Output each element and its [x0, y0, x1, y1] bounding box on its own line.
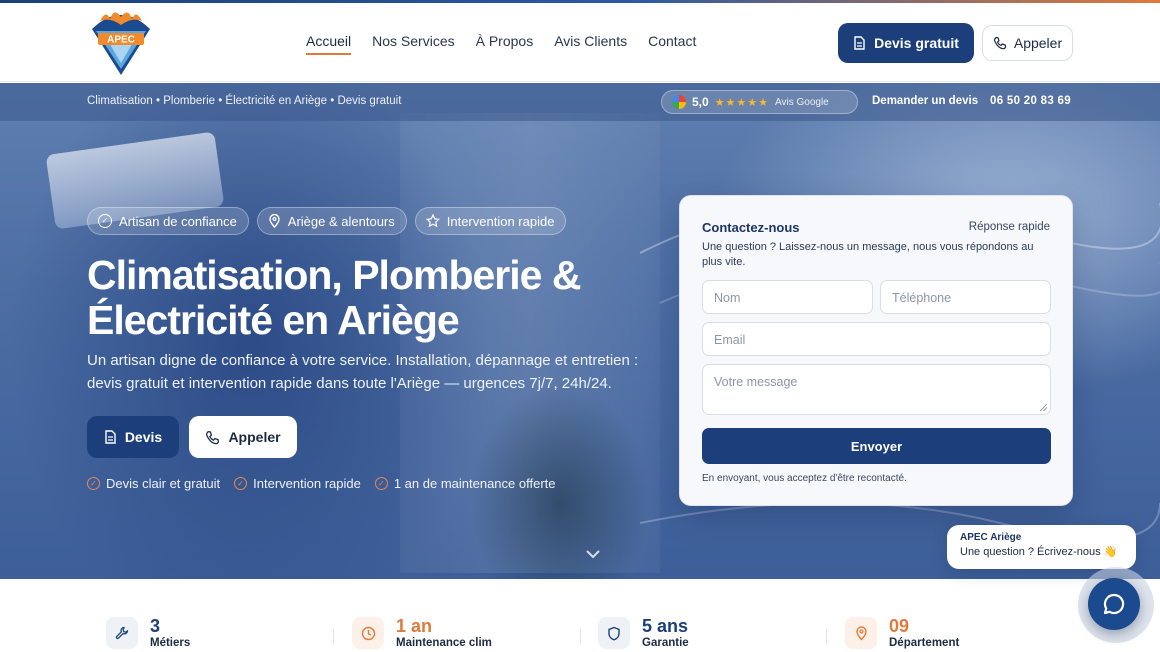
benefit-label: Devis clair et gratuit: [106, 476, 221, 491]
form-description: Une question ? Laissez-nous un message, …: [702, 241, 1034, 268]
chip-intervention: Intervention rapide: [414, 207, 567, 235]
form-title: Contactez-nous: [702, 220, 800, 235]
hero-title-line2: Électricité en Ariège: [87, 297, 460, 343]
document-icon: [854, 36, 865, 50]
stat-label: Maintenance clim: [396, 637, 492, 649]
chevron-down-icon[interactable]: [584, 545, 602, 563]
chat-launcher-button[interactable]: [1088, 578, 1140, 630]
check-circle-icon: ✓: [374, 477, 388, 490]
stat-value: 5 ans: [642, 616, 689, 636]
site-header: APEC Accueil Nos Services À Propos Avis …: [0, 3, 1160, 82]
logo[interactable]: APEC: [86, 7, 156, 81]
stat-item: 09 Département: [845, 615, 959, 649]
nav-item-services[interactable]: Nos Services: [372, 33, 454, 55]
phone-link[interactable]: 06 50 20 83 69: [990, 95, 1071, 107]
name-field[interactable]: Nom: [702, 280, 873, 314]
header-appeler-label: Appeler: [1013, 35, 1063, 51]
form-legal-text: En envoyant, vous acceptez d'être recont…: [702, 473, 907, 484]
wrench-icon: [106, 617, 138, 649]
stat-value: 1 an: [396, 616, 433, 636]
chat-teaser-title: APEC Ariège: [960, 532, 1022, 543]
message-placeholder: Votre message: [714, 375, 798, 389]
benefit-label: 1 an de maintenance offerte: [393, 476, 556, 491]
check-circle-icon: ✓: [98, 214, 112, 228]
stat-value: 09: [889, 616, 910, 636]
hero-lead: Un artisan digne de confiance à votre se…: [87, 352, 639, 392]
header-devis-button[interactable]: Devis gratuit: [838, 23, 974, 63]
divider: [826, 629, 827, 645]
hero-devis-label: Devis: [124, 429, 163, 445]
email-field[interactable]: Email: [702, 322, 1051, 356]
check-circle-icon: ✓: [87, 477, 100, 490]
nav-item-a-propos[interactable]: À Propos: [476, 33, 534, 55]
chip-artisan: ✓ Artisan de confiance: [87, 207, 249, 235]
benefit-item: ✓ 1 an de maintenance offerte: [374, 476, 556, 491]
hero-appeler-label: Appeler: [228, 429, 281, 445]
phone-icon: [206, 430, 220, 444]
hero-chips: ✓ Artisan de confiance Ariège & alentour…: [87, 207, 567, 235]
stat-label: Métiers: [150, 637, 191, 649]
chip-label: Intervention rapide: [446, 213, 555, 229]
document-icon: [105, 430, 116, 444]
form-badge: Réponse rapide: [968, 221, 1050, 233]
services-tagline: Climatisation • Plomberie • Électricité …: [87, 95, 402, 107]
logo-text: APEC: [107, 35, 135, 46]
star-icon: [425, 214, 440, 228]
hero-section: Climatisation • Plomberie • Électricité …: [0, 83, 1160, 579]
shield-icon: [598, 617, 630, 649]
google-rating-badge[interactable]: 5,0 ★★★★★ Avis Google: [661, 90, 858, 114]
stats-bar: 3 Métiers 1 an Maintenance clim 5 ans Ga…: [0, 579, 1160, 652]
stat-item: 3 Métiers: [106, 615, 190, 649]
clock-icon: [352, 617, 384, 649]
chip-label: Artisan de confiance: [119, 213, 237, 229]
info-bar: Climatisation • Plomberie • Électricité …: [0, 83, 1160, 121]
location-pin-icon: [269, 214, 280, 228]
main-nav: Accueil Nos Services À Propos Avis Clien…: [306, 33, 717, 55]
stat-item: 5 ans Garantie: [598, 615, 689, 649]
chip-location: Ariège & alentours: [256, 207, 407, 235]
benefit-label: Intervention rapide: [253, 476, 361, 491]
hero-title-line1: Climatisation, Plomberie &: [87, 252, 581, 298]
stat-value: 3: [150, 616, 161, 636]
hero-appeler-button[interactable]: Appeler: [189, 416, 297, 458]
rating-stars: ★★★★★: [714, 96, 769, 109]
resize-handle-icon[interactable]: [1040, 404, 1047, 411]
benefit-item: ✓ Intervention rapide: [234, 476, 361, 491]
google-icon: [672, 95, 686, 109]
header-appeler-button[interactable]: Appeler: [982, 25, 1073, 61]
chat-bubble-icon: [1103, 593, 1125, 615]
nav-item-avis-clients[interactable]: Avis Clients: [554, 33, 627, 55]
nav-item-contact[interactable]: Contact: [648, 33, 696, 55]
hero-benefits: ✓ Devis clair et gratuit ✓ Intervention …: [87, 476, 556, 491]
rating-score: 5,0: [692, 95, 709, 109]
stat-item: 1 an Maintenance clim: [352, 615, 492, 649]
divider: [333, 629, 334, 645]
message-field[interactable]: Votre message: [702, 364, 1051, 415]
header-devis-label: Devis gratuit: [874, 35, 959, 51]
rating-source: Avis Google: [775, 96, 829, 108]
hero-title: Climatisation, Plomberie & Électricité e…: [87, 253, 647, 343]
chat-teaser-bubble[interactable]: APEC Ariège Une question ? Écrivez-nous …: [947, 525, 1136, 569]
chat-teaser-message: Une question ? Écrivez-nous 👋: [960, 546, 1118, 558]
divider: [580, 629, 581, 645]
phone-icon: [993, 36, 1006, 50]
benefit-item: ✓ Devis clair et gratuit: [87, 476, 220, 491]
contact-form-card: Contactez-nous Réponse rapide Une questi…: [679, 195, 1073, 506]
nav-item-accueil[interactable]: Accueil: [306, 33, 352, 55]
send-button[interactable]: Envoyer: [702, 428, 1051, 464]
stat-label: Département: [889, 637, 960, 649]
hero-devis-button[interactable]: Devis: [87, 416, 179, 458]
location-pin-icon: [845, 617, 877, 649]
check-circle-icon: ✓: [234, 477, 248, 490]
phone-field[interactable]: Téléphone: [880, 280, 1051, 314]
ask-quote-link[interactable]: Demander un devis: [872, 95, 978, 107]
stat-label: Garantie: [642, 637, 689, 649]
chip-label: Ariège & alentours: [287, 213, 395, 229]
